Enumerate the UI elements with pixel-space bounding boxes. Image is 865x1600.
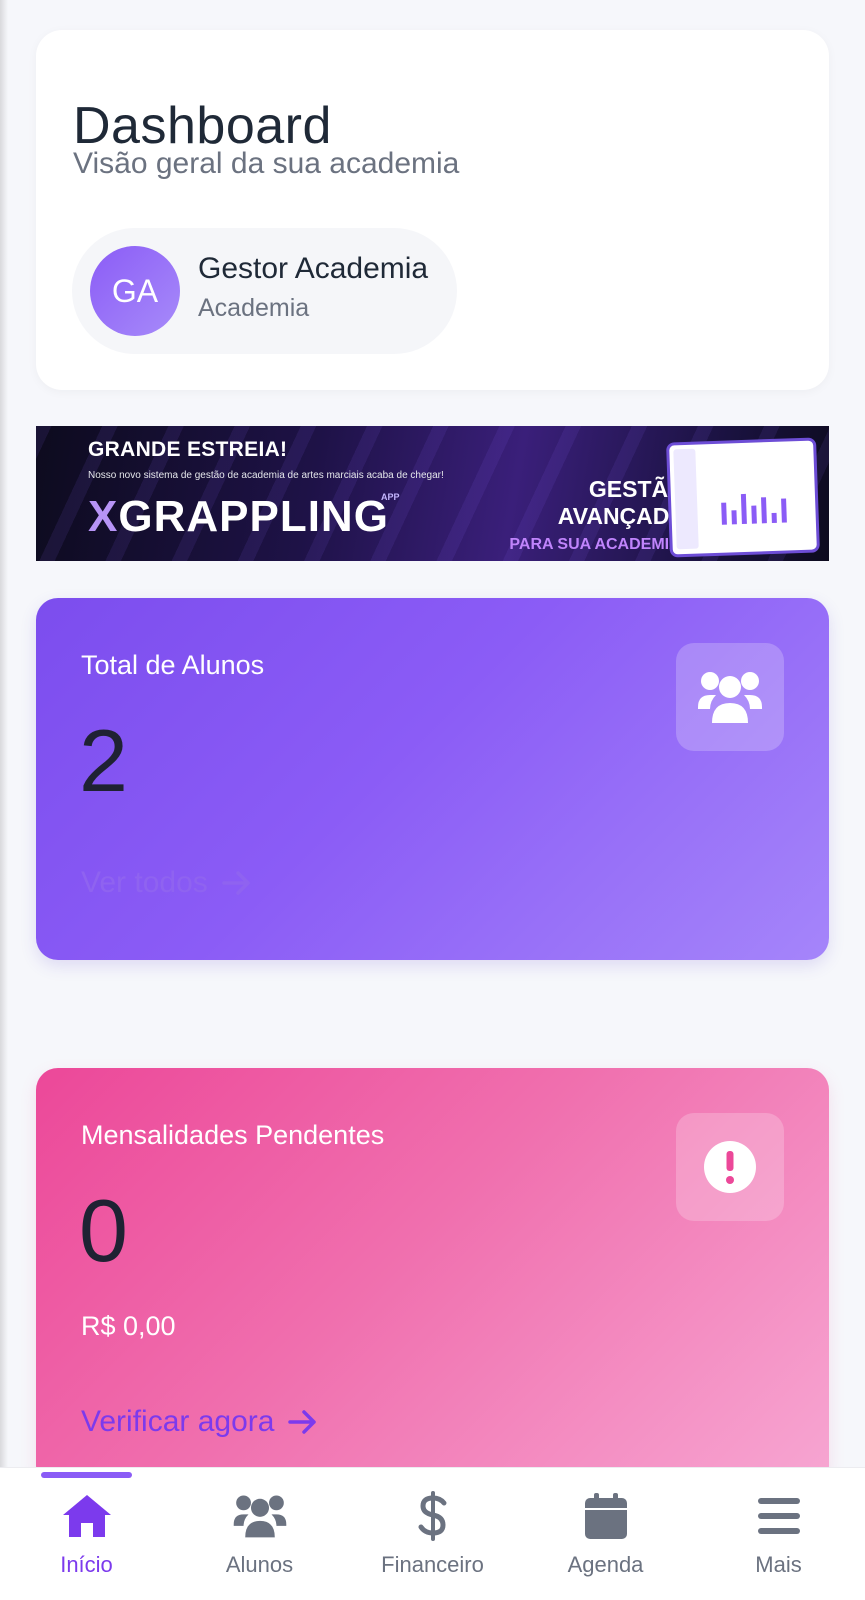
banner-right-text: GESTÃO AVANÇADA <box>506 476 686 530</box>
avatar: GA <box>90 246 180 336</box>
home-icon <box>61 1486 113 1546</box>
banner-right-line1: GESTÃO <box>588 476 686 502</box>
nav-item-alunos[interactable]: Alunos <box>173 1486 346 1596</box>
dashboard-header-card: Dashboard Visão geral da sua academia GA… <box>36 30 829 390</box>
exclamation-circle-icon <box>676 1113 784 1221</box>
banner-headline: GRANDE ESTREIA! <box>88 438 288 461</box>
nav-label: Mais <box>755 1552 802 1577</box>
nav-item-inicio[interactable]: Início <box>0 1486 173 1596</box>
nav-item-agenda[interactable]: Agenda <box>519 1486 692 1596</box>
nav-label: Agenda <box>567 1552 644 1577</box>
pending-amount: R$ 0,00 <box>81 1311 176 1341</box>
page-subtitle: Visão geral da sua academia <box>73 147 460 180</box>
dollar-icon <box>418 1486 448 1546</box>
users-icon <box>231 1486 289 1546</box>
nav-label: Financeiro <box>381 1552 484 1577</box>
user-profile-pill[interactable]: GA Gestor Academia Academia <box>72 228 457 354</box>
menu-icon <box>757 1486 801 1546</box>
nav-item-financeiro[interactable]: Financeiro <box>346 1486 519 1596</box>
view-all-students-link[interactable]: Ver todos <box>81 866 252 900</box>
card-label: Mensalidades Pendentes <box>81 1120 385 1150</box>
active-tab-indicator <box>41 1472 132 1478</box>
banner-brand-x: X <box>88 492 119 541</box>
link-label: Verificar agora <box>81 1405 275 1438</box>
banner-brand-app: APP <box>381 492 400 502</box>
nav-label: Início <box>60 1552 113 1577</box>
arrow-right-icon <box>222 871 250 895</box>
calendar-icon <box>584 1486 628 1546</box>
pending-payments-card: Mensalidades Pendentes 0 R$ 0,00 Verific… <box>36 1068 829 1488</box>
nav-label: Alunos <box>225 1552 294 1577</box>
screen-edge-shadow <box>0 0 8 1600</box>
user-name: Gestor Academia <box>198 252 429 285</box>
total-students-card: Total de Alunos 2 Ver todos <box>36 598 829 960</box>
arrow-right-icon <box>288 1410 317 1434</box>
banner-brand-logo: XGRAPPLING <box>88 492 389 542</box>
card-value: 0 <box>79 1181 128 1280</box>
nav-item-mais[interactable]: Mais <box>692 1486 865 1596</box>
card-label: Total de Alunos <box>81 650 265 680</box>
bottom-navigation: Início Alunos Financeiro Agenda Mais <box>0 1467 865 1600</box>
banner-brand-name: GRAPPLING <box>118 492 389 541</box>
banner-tagline: Nosso novo sistema de gestão de academia… <box>88 470 444 481</box>
users-icon <box>676 643 784 751</box>
link-label: Ver todos <box>81 866 208 899</box>
card-value: 2 <box>79 711 128 810</box>
banner-right-line2: AVANÇADA <box>557 503 686 529</box>
promo-banner[interactable]: GRANDE ESTREIA! Nosso novo sistema de ge… <box>36 426 829 561</box>
user-role: Academia <box>198 294 310 322</box>
verify-now-link[interactable]: Verificar agora <box>81 1405 318 1439</box>
banner-app-screenshot <box>666 437 820 558</box>
banner-right-line3: PARA SUA ACADEMIA! <box>509 536 686 553</box>
